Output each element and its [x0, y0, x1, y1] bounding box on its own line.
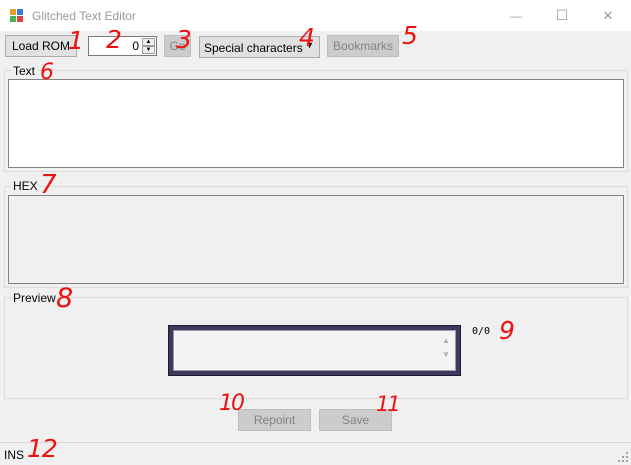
minimize-button[interactable]: —: [493, 0, 539, 31]
scroll-up-icon[interactable]: ▲: [440, 334, 452, 348]
maximize-button[interactable]: ☐: [539, 0, 585, 31]
spin-up-icon[interactable]: ▲: [142, 38, 155, 46]
status-insert-mode: INS: [4, 448, 25, 462]
annotation-10: 10: [219, 391, 245, 416]
window-title: Glitched Text Editor: [32, 9, 136, 23]
maximize-icon: ☐: [555, 7, 569, 23]
preview-group-label: Preview: [11, 291, 58, 305]
preview-display[interactable]: ▲ ▼: [173, 330, 456, 371]
offset-stepper[interactable]: 0 ▲ ▼: [88, 36, 157, 56]
bookmarks-button[interactable]: Bookmarks: [327, 35, 399, 57]
hex-input[interactable]: [8, 195, 624, 284]
text-group-label: Text: [11, 64, 38, 78]
annotation-6: 6: [40, 60, 54, 85]
text-input[interactable]: [8, 79, 624, 168]
annotation-5: 5: [402, 21, 418, 50]
close-icon: ✕: [602, 7, 614, 23]
special-characters-label: Special characters: [204, 41, 303, 55]
annotation-1: 1: [68, 26, 84, 55]
annotation-12: 12: [27, 434, 58, 463]
resize-grip-icon[interactable]: [617, 451, 629, 463]
annotation-2: 2: [106, 25, 122, 54]
repoint-button[interactable]: Repoint: [238, 409, 311, 431]
preview-textbox-frame: ▲ ▼: [168, 325, 461, 376]
app-icon: [9, 8, 25, 24]
annotation-11: 11: [376, 392, 401, 416]
annotation-4: 4: [299, 23, 315, 52]
minimize-icon: —: [510, 8, 522, 23]
annotation-7: 7: [40, 170, 57, 200]
status-bar-divider: [0, 442, 631, 443]
load-rom-button[interactable]: Load ROM: [5, 35, 77, 57]
spin-down-icon[interactable]: ▼: [142, 46, 155, 54]
annotation-9: 9: [499, 316, 515, 345]
hex-group-label: HEX: [11, 179, 40, 193]
annotation-3: 3: [176, 25, 192, 54]
offset-value: 0: [132, 39, 139, 53]
preview-scrollbar[interactable]: ▲ ▼: [440, 334, 452, 367]
close-button[interactable]: ✕: [585, 0, 631, 31]
annotation-8: 8: [56, 283, 74, 314]
page-counter: 0/0: [472, 326, 491, 337]
scroll-down-icon[interactable]: ▼: [440, 348, 452, 362]
